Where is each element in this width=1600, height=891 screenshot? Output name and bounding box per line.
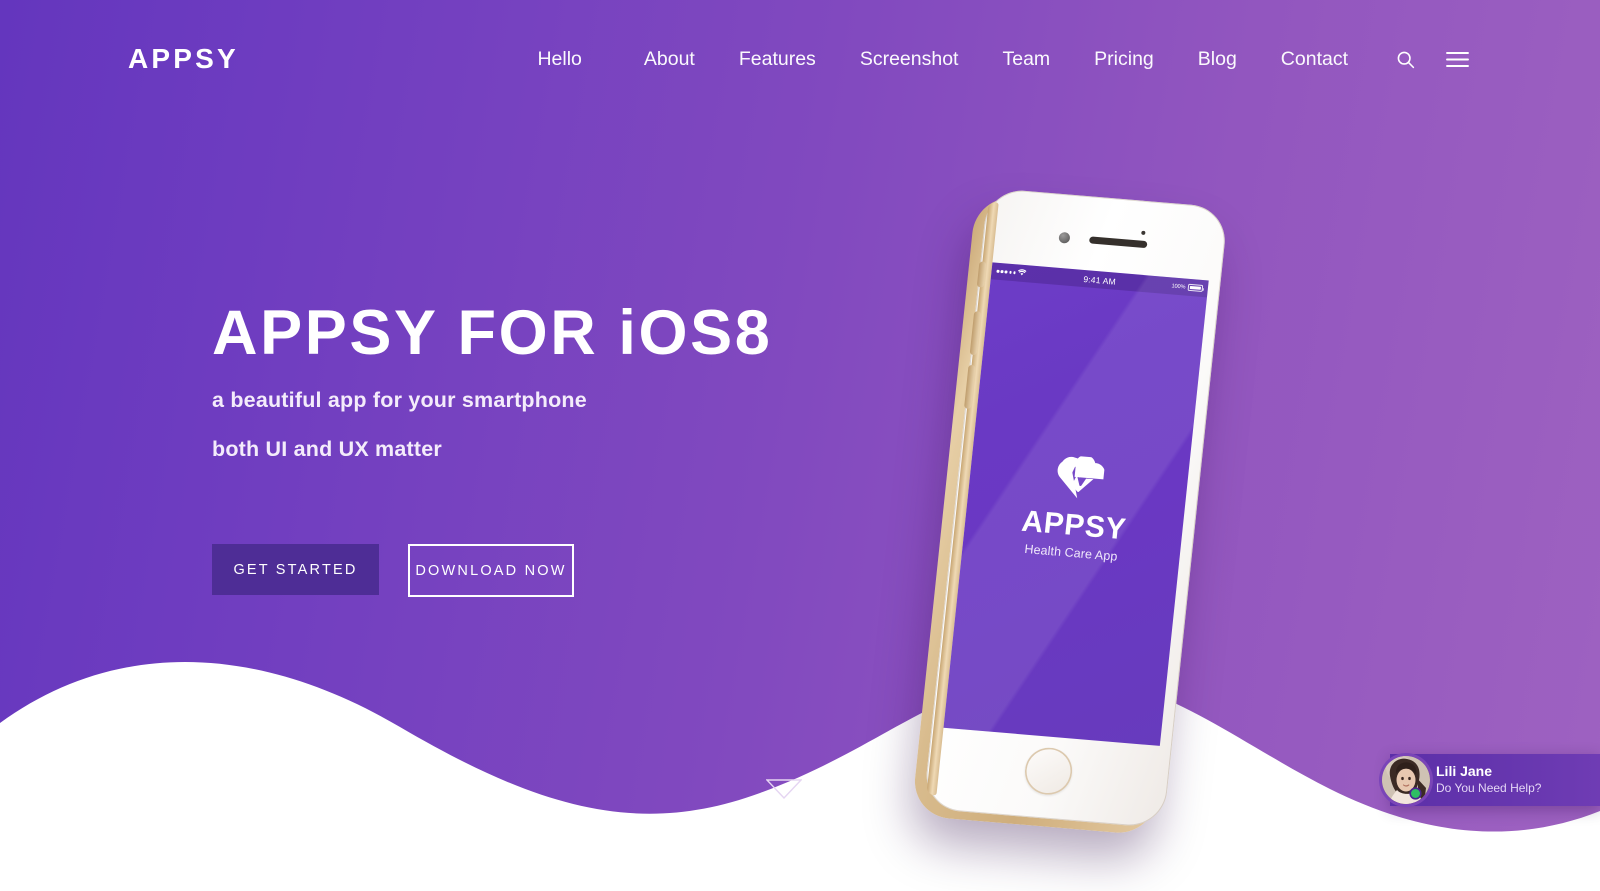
status-bar-time: 9:41 AM [1082, 273, 1117, 287]
chat-support-widget[interactable]: Lili Jane Do You Need Help? [1382, 754, 1600, 806]
chat-message: Do You Need Help? [1436, 781, 1542, 796]
main-navbar: APPSY Hello About Features Screenshot Te… [0, 0, 1600, 118]
download-now-button[interactable]: DOWNLOAD NOW [408, 544, 574, 598]
chat-agent-name: Lili Jane [1436, 762, 1493, 779]
hero-section: APPSY Hello About Features Screenshot Te… [0, 0, 1600, 891]
battery-percent-label: 100% [1171, 282, 1186, 291]
nav-item-team[interactable]: Team [980, 42, 1072, 77]
app-logo-subtitle: Health Care App [1023, 541, 1119, 564]
nav-links: Hello About Features Screenshot Team Pri… [515, 42, 1470, 77]
hero-copy: APPSY FOR iOS8 a beautiful app for your … [212, 298, 1032, 598]
avatar [1382, 756, 1430, 804]
hero-headline: APPSY FOR iOS8 [212, 298, 773, 368]
nav-item-screenshot[interactable]: Screenshot [838, 42, 981, 77]
phone-proximity-sensor [1140, 230, 1146, 235]
site-logo[interactable]: APPSY [128, 45, 239, 73]
nav-item-about[interactable]: About [622, 42, 717, 77]
nav-item-contact[interactable]: Contact [1259, 42, 1370, 77]
wave-divider [0, 662, 1600, 891]
heart-pulse-icon [1052, 454, 1105, 506]
app-logo-title: APPSY [1019, 504, 1128, 547]
phone-earpiece-speaker [1088, 236, 1147, 249]
phone-status-bar: 9:41 AM 100% [990, 262, 1209, 298]
user-avatar-photo [1382, 756, 1430, 804]
nav-item-blog[interactable]: Blog [1176, 42, 1259, 77]
status-badge [1411, 789, 1420, 798]
get-started-button[interactable]: GET STARTED [212, 544, 379, 596]
status-battery-group: 100% [1171, 282, 1204, 292]
signal-strength-dots [996, 269, 1016, 275]
nav-item-features[interactable]: Features [717, 42, 838, 77]
hero-subtitle-2: both UI and UX matter [212, 437, 442, 462]
scroll-down-indicator[interactable] [765, 779, 803, 804]
phone-front-camera [1057, 231, 1070, 244]
nav-item-pricing[interactable]: Pricing [1072, 42, 1176, 77]
hero-subtitle-1: a beautiful app for your smartphone [212, 388, 587, 413]
phone-mockup: 9:41 AM 100% APPSY Health Care App [911, 187, 1253, 846]
status-signal-group [996, 267, 1027, 278]
chat-text-block: Lili Jane Do You Need Help? [1436, 763, 1541, 797]
hero-button-row: GET STARTED DOWNLOAD NOW [212, 544, 1032, 598]
phone-device: 9:41 AM 100% APPSY Health Care App [911, 187, 1229, 836]
hamburger-menu-icon[interactable] [1444, 46, 1470, 72]
nav-item-hello[interactable]: Hello [515, 42, 621, 77]
phone-home-button [1022, 745, 1074, 797]
nav-icon-group [1392, 46, 1470, 72]
app-splash-content: APPSY Health Care App [962, 447, 1189, 569]
battery-full-icon [1187, 283, 1204, 292]
wifi-icon [1017, 269, 1027, 279]
search-icon[interactable] [1392, 46, 1418, 72]
